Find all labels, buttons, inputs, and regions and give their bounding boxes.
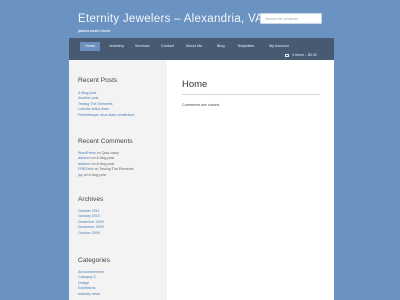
search-input[interactable]: Search for products (260, 13, 322, 24)
comment-target[interactable]: on Testing The Elements (93, 167, 133, 171)
main-content: Home Comments are closed. (167, 60, 334, 300)
categories-title: Categories (78, 257, 110, 264)
comments-closed-notice: Comments are closed. (182, 103, 220, 107)
nav-item-home[interactable]: Home (80, 42, 101, 51)
main-nav: Home Jewelery Services Contact About Me … (69, 38, 334, 60)
nav-item-templates[interactable]: Templates (232, 42, 259, 51)
page-title: Home (182, 79, 208, 90)
recent-comments-list: WordPress on Quis crazy adrianvi on A bl… (78, 151, 163, 178)
title-divider (182, 94, 320, 95)
comment-target[interactable]: on Quis crazy (96, 151, 119, 155)
cart-label: 0 items – $0.00 (292, 53, 317, 57)
nav-item-contact[interactable]: Contact (156, 42, 179, 51)
comment-author[interactable]: FREDrick (78, 167, 93, 171)
archives-title: Archives (78, 196, 104, 203)
comment-target[interactable]: on A blog post (83, 173, 107, 177)
site-tagline: jadass basic friend (78, 29, 111, 33)
comment-author[interactable]: adrianvi (78, 156, 91, 160)
nav-item-about-me[interactable]: About Me (181, 42, 207, 51)
comment-item: jay on A blog post (78, 173, 163, 178)
nav-item-my-account[interactable]: My Account (264, 42, 294, 51)
recent-posts-list: A Blog post Another post Testing The Ele… (78, 91, 163, 118)
archive-link[interactable]: October 2009 (78, 231, 163, 236)
categories-list: Announcements Category 2 Design Exhibiti… (78, 270, 163, 297)
cart-summary[interactable]: 0 items – $0.00 (285, 53, 317, 57)
archives-list: October 2011 January 2010 December 2009 … (78, 209, 163, 236)
sidebar: Recent Posts A Blog post Another post Te… (69, 60, 167, 300)
recent-posts-title: Recent Posts (78, 77, 118, 84)
nav-item-jewelery[interactable]: Jewelery (104, 42, 129, 51)
recent-post-link[interactable]: Pellentesque risus diam vestibulum (78, 113, 163, 118)
site-title[interactable]: Eternity Jewelers – Alexandria, VA (78, 13, 263, 25)
cart-icon (285, 53, 290, 57)
recent-comments-title: Recent Comments (78, 138, 133, 145)
comment-target[interactable]: on A blog post (91, 162, 115, 166)
nav-item-services[interactable]: Services (130, 42, 155, 51)
category-link[interactable]: Industry news (78, 292, 163, 297)
comment-author[interactable]: WordPress (78, 151, 96, 155)
nav-item-blog[interactable]: Blog (212, 42, 230, 51)
comment-target[interactable]: on A blog post (91, 156, 115, 160)
comment-author[interactable]: adrianvi (78, 162, 91, 166)
